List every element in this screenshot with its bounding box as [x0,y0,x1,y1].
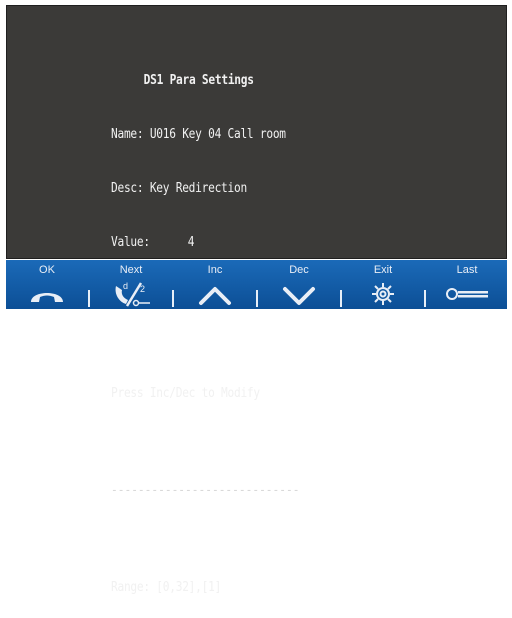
separator-bottom: ---------------------------- [111,483,300,498]
next-label: Next [119,264,143,276]
ok-label: OK [39,264,55,276]
parameter-description: Desc: Key Redirection [111,181,247,196]
gear-icon [372,283,394,305]
exit-key[interactable]: Exit [342,260,424,309]
handset-icon [31,293,63,302]
key-icon [446,288,488,300]
last-key[interactable]: Last [426,260,508,309]
menu-title: DS1 Para Settings [143,73,254,88]
parameter-menu: DS1 Para Settings Name: U016 Key 04 Call… [111,36,299,618]
dec-key[interactable]: Dec [258,260,340,309]
inc-label: Inc [207,264,223,276]
instruction-text: Press Inc/Dec to Modify [111,386,260,401]
value-label: Value: [111,235,150,250]
last-label: Last [456,264,478,276]
value-field: 4 [187,235,195,250]
lcd-screen: DS1 Para Settings Name: U016 Key 04 Call… [6,5,507,595]
inc-key[interactable]: Inc [174,260,256,309]
range-text: Range: [0,32],[1] [111,580,222,595]
exit-label: Exit [373,264,393,276]
parameter-name: Name: U016 Key 04 Call room [111,127,286,142]
softkey-bar: OK Next d 2 Inc Dec Exit Last [6,260,507,309]
chevron-up-icon [199,287,231,305]
redirect-icon: d 2 [115,281,150,307]
next-key[interactable]: Next d 2 [90,260,172,309]
parameter-value-row: Value: 4 [111,234,299,252]
chevron-down-icon [283,287,315,305]
dec-label: Dec [289,264,309,276]
svg-text:d: d [123,281,128,291]
ok-key[interactable]: OK [6,260,88,309]
svg-text:2: 2 [140,284,145,294]
device-frame: DS1 Para Settings Name: U016 Key 04 Call… [0,0,512,595]
